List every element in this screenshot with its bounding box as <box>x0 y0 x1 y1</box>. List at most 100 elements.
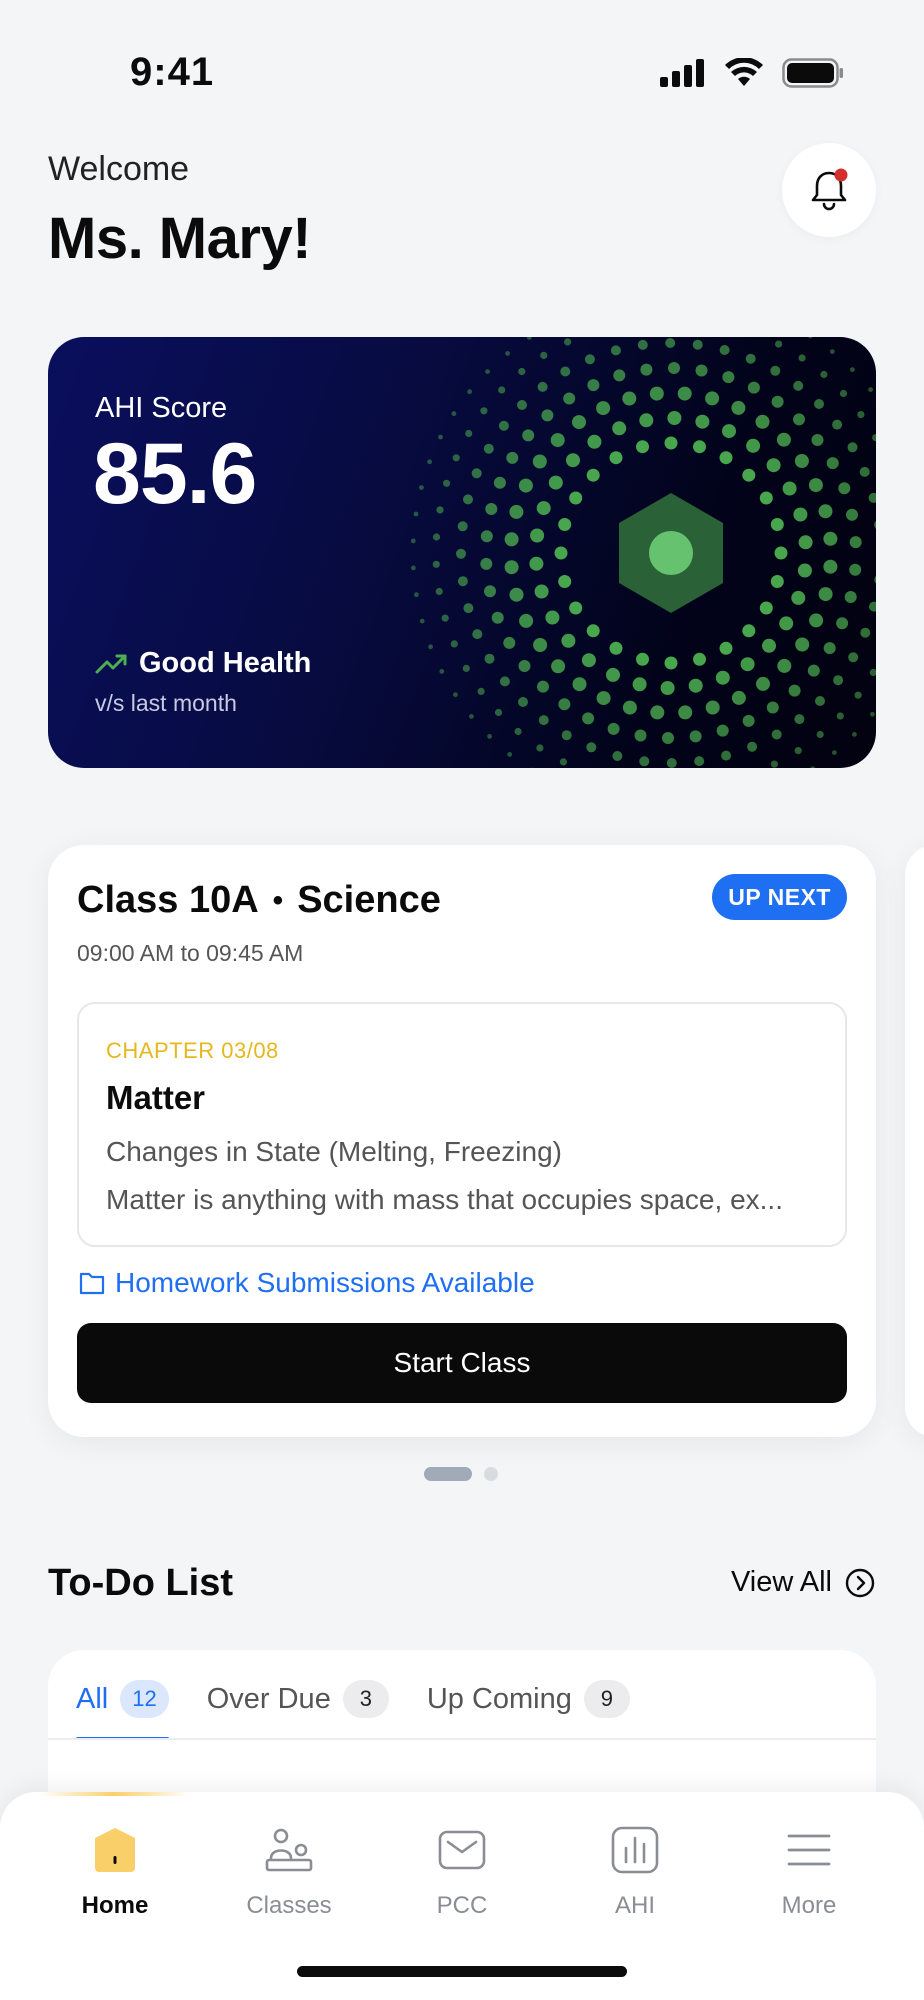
ring-dot <box>847 442 858 453</box>
ring-dot <box>471 468 482 479</box>
notifications-button[interactable] <box>782 143 876 237</box>
tab-up-coming[interactable]: Up Coming 9 <box>427 1680 630 1740</box>
ring-dot <box>537 381 548 392</box>
start-class-button[interactable]: Start Class <box>77 1323 847 1403</box>
ring-dot <box>823 531 838 546</box>
ring-dot <box>453 692 458 698</box>
ring-dot <box>722 424 736 439</box>
ring-dot <box>823 559 838 574</box>
ring-dot <box>774 546 788 560</box>
ring-dot <box>463 494 473 505</box>
ring-dot <box>537 680 549 693</box>
nav-pcc[interactable]: PCC <box>392 1822 532 1920</box>
ring-dot <box>519 613 534 628</box>
nav-more[interactable]: More <box>739 1822 879 1920</box>
ring-dot <box>869 601 876 612</box>
ring-dot <box>755 414 770 429</box>
ring-dot <box>612 421 627 436</box>
nav-more-label: More <box>781 1892 837 1919</box>
ahi-health-status: Good Health <box>95 647 311 680</box>
chapter-description: Matter is anything with mass that occupi… <box>106 1184 783 1215</box>
ring-dot <box>610 345 621 356</box>
tab-over-due[interactable]: Over Due 3 <box>207 1680 389 1740</box>
nav-ahi-label: AHI <box>614 1892 655 1919</box>
view-all-button[interactable]: View All <box>731 1566 876 1599</box>
ring-dot <box>793 507 808 522</box>
ring-dot <box>561 633 576 648</box>
tab-count-badge: 3 <box>342 1680 389 1718</box>
ring-dot <box>766 458 781 473</box>
ring-dot <box>443 479 451 487</box>
ring-dot <box>451 411 457 417</box>
ahi-score-card[interactable]: AHI Score 85.6 Good Health v/s last mont… <box>48 337 876 768</box>
ring-dot <box>452 454 460 462</box>
ring-dot <box>499 676 510 687</box>
ring-dot <box>596 691 611 706</box>
nav-classes-label: Classes <box>246 1892 332 1919</box>
ring-dot <box>504 560 519 575</box>
ring-dot <box>665 338 676 348</box>
ring-dot <box>504 532 519 547</box>
ring-dot <box>678 705 693 720</box>
ring-dot <box>518 478 533 493</box>
ring-dot <box>581 653 596 668</box>
ring-dot <box>838 482 851 495</box>
ring-dot <box>548 475 563 490</box>
ring-dot <box>536 744 544 752</box>
ring-dot <box>586 468 600 482</box>
ring-dot <box>637 339 648 350</box>
ring-dot <box>457 576 468 587</box>
ring-dot <box>456 548 466 559</box>
ring-dot <box>586 624 600 638</box>
ring-dot <box>850 367 855 372</box>
homework-submissions-link[interactable]: Homework Submissions Available <box>77 1267 535 1299</box>
ring-dot <box>740 657 755 672</box>
ring-dot <box>551 659 566 674</box>
signal-icon <box>660 59 704 87</box>
ring-dot <box>518 697 528 707</box>
ring-dot <box>560 366 571 377</box>
status-bar: 9:41 <box>0 0 924 150</box>
ring-dot <box>721 750 732 761</box>
ring-dot <box>705 700 720 715</box>
ring-dot <box>859 466 870 477</box>
chapter-subtitle: Changes in State (Melting, Freezing) <box>106 1136 562 1167</box>
status-time: 9:41 <box>130 50 215 94</box>
ring-dot <box>498 420 509 431</box>
ring-dot <box>770 518 784 531</box>
class-name: Class 10A <box>77 879 259 921</box>
next-class-card-peek[interactable] <box>905 845 924 1437</box>
ring-dot <box>795 637 810 652</box>
bell-icon <box>811 168 848 211</box>
ring-dot <box>820 370 828 379</box>
tab-all[interactable]: All 12 <box>76 1680 169 1740</box>
ring-dot <box>814 399 824 409</box>
ring-dot <box>609 451 623 465</box>
ring-dot <box>559 758 567 766</box>
ring-dot <box>494 708 503 717</box>
chapter-box[interactable]: CHAPTER 03/08 Matter Changes in State (M… <box>77 1002 847 1247</box>
ring-dot <box>517 400 527 410</box>
ring-dot <box>872 434 876 442</box>
ring-dot <box>762 638 776 653</box>
ring-dot <box>809 613 824 628</box>
ring-dot <box>664 436 678 450</box>
pager-dot[interactable] <box>484 1467 498 1481</box>
ring-dot <box>719 641 733 655</box>
nav-classes[interactable]: Classes <box>219 1822 359 1920</box>
battery-icon <box>782 58 843 88</box>
nav-home[interactable]: Home <box>45 1822 185 1920</box>
nav-ahi[interactable]: AHI <box>565 1822 705 1920</box>
chapter-title: Matter <box>106 1079 206 1116</box>
ring-dot <box>798 354 806 362</box>
ring-dot <box>480 407 488 415</box>
ring-dot <box>636 440 649 454</box>
ring-dot <box>587 434 602 449</box>
ring-dot <box>462 664 470 672</box>
class-card[interactable]: Class 10A • Science UP NEXT 09:00 AM to … <box>48 845 876 1437</box>
ring-dot <box>622 391 637 406</box>
up-next-badge: UP NEXT <box>712 874 847 920</box>
pager-dot-active[interactable] <box>424 1467 472 1481</box>
ring-dot <box>586 742 597 753</box>
wifi-icon <box>725 58 763 86</box>
